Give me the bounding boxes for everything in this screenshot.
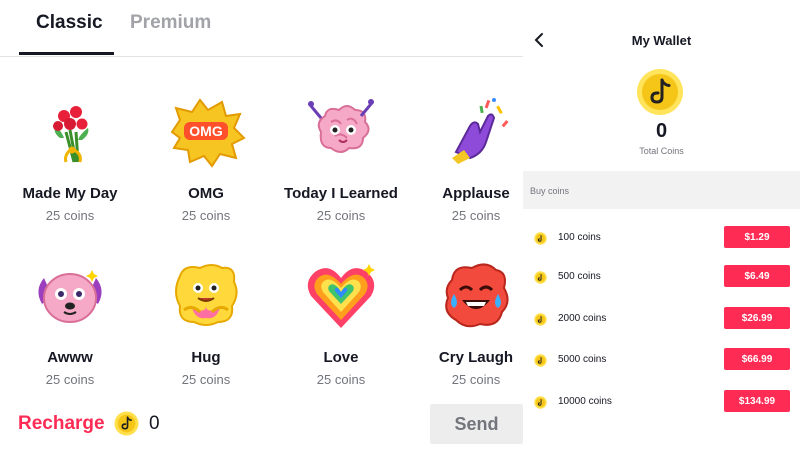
coin-balance: 0 (149, 413, 160, 434)
tab-classic[interactable]: Classic (36, 12, 103, 34)
active-tab-indicator (19, 52, 114, 55)
buy-coins-label: Buy coins (530, 186, 570, 196)
send-button[interactable]: Send (430, 404, 523, 444)
coin-package[interactable]: 10000 coins $134.99 (523, 390, 800, 414)
package-coins: 5000 coins (558, 354, 607, 365)
gift-tabs: Classic Premium (0, 0, 523, 57)
gift-price: 25 coins (45, 208, 95, 223)
gift-name: Made My Day (22, 185, 118, 202)
gift-omg[interactable]: OMG OMG 25 coins (136, 92, 276, 223)
coin-package[interactable]: 2000 coins $26.99 (523, 307, 800, 331)
buy-coins-header: Buy coins (523, 171, 800, 209)
coin-icon (534, 313, 547, 326)
package-price-button[interactable]: $134.99 (724, 390, 790, 412)
coin-icon (114, 411, 139, 436)
gift-panel: Classic Premium Made My Day 25 coins OMG… (0, 0, 523, 451)
gift-price: 25 coins (45, 372, 95, 387)
svg-text:OMG: OMG (189, 123, 223, 139)
page-title: My Wallet (631, 33, 692, 48)
rose-bouquet-icon (53, 106, 89, 163)
coin-icon (637, 69, 683, 115)
gift-today-i-learned[interactable]: Today I Learned 25 coins (271, 92, 411, 223)
package-coins: 2000 coins (558, 313, 607, 324)
gift-love[interactable]: Love 25 coins (271, 256, 411, 387)
package-price-button[interactable]: $6.49 (724, 265, 790, 287)
gift-price: 25 coins (316, 372, 366, 387)
package-coins: 10000 coins (558, 396, 612, 407)
gift-name: Today I Learned (284, 185, 398, 202)
package-coins: 100 coins (558, 232, 601, 243)
clapping-hands-icon (452, 98, 509, 164)
omg-burst-icon: OMG (170, 98, 246, 168)
gift-name: Love (323, 349, 359, 366)
coin-package[interactable]: 100 coins $1.29 (523, 226, 800, 250)
wallet-panel: My Wallet 0 Total Coins Buy coins 100 co… (523, 0, 800, 451)
coin-icon (534, 396, 547, 409)
total-coins-value: 0 (655, 120, 668, 142)
coin-package[interactable]: 5000 coins $66.99 (523, 348, 800, 372)
total-coins-label: Total Coins (639, 146, 684, 156)
gift-name: OMG (188, 185, 224, 202)
gift-name: Awww (47, 349, 93, 366)
gift-name: Hug (191, 349, 221, 366)
gift-hug[interactable]: Hug 25 coins (136, 256, 276, 387)
hug-icon (175, 264, 238, 326)
gift-price: 25 coins (316, 208, 366, 223)
gift-awww[interactable]: Awww 25 coins (0, 256, 140, 387)
puppy-icon (38, 270, 102, 323)
brain-icon (308, 99, 374, 153)
rainbow-heart-icon (307, 264, 375, 328)
cry-laugh-icon (445, 263, 509, 328)
recharge-link[interactable]: Recharge (18, 413, 105, 435)
coin-icon (534, 232, 547, 245)
package-price-button[interactable]: $1.29 (724, 226, 790, 248)
tab-premium[interactable]: Premium (130, 12, 211, 34)
package-price-button[interactable]: $66.99 (724, 348, 790, 370)
coin-icon (534, 354, 547, 367)
gift-price: 25 coins (181, 208, 231, 223)
gift-made-my-day[interactable]: Made My Day 25 coins (0, 92, 140, 223)
coin-package[interactable]: 500 coins $6.49 (523, 265, 800, 289)
coin-icon (534, 271, 547, 284)
package-coins: 500 coins (558, 271, 601, 282)
package-price-button[interactable]: $26.99 (724, 307, 790, 329)
gift-price: 25 coins (181, 372, 231, 387)
